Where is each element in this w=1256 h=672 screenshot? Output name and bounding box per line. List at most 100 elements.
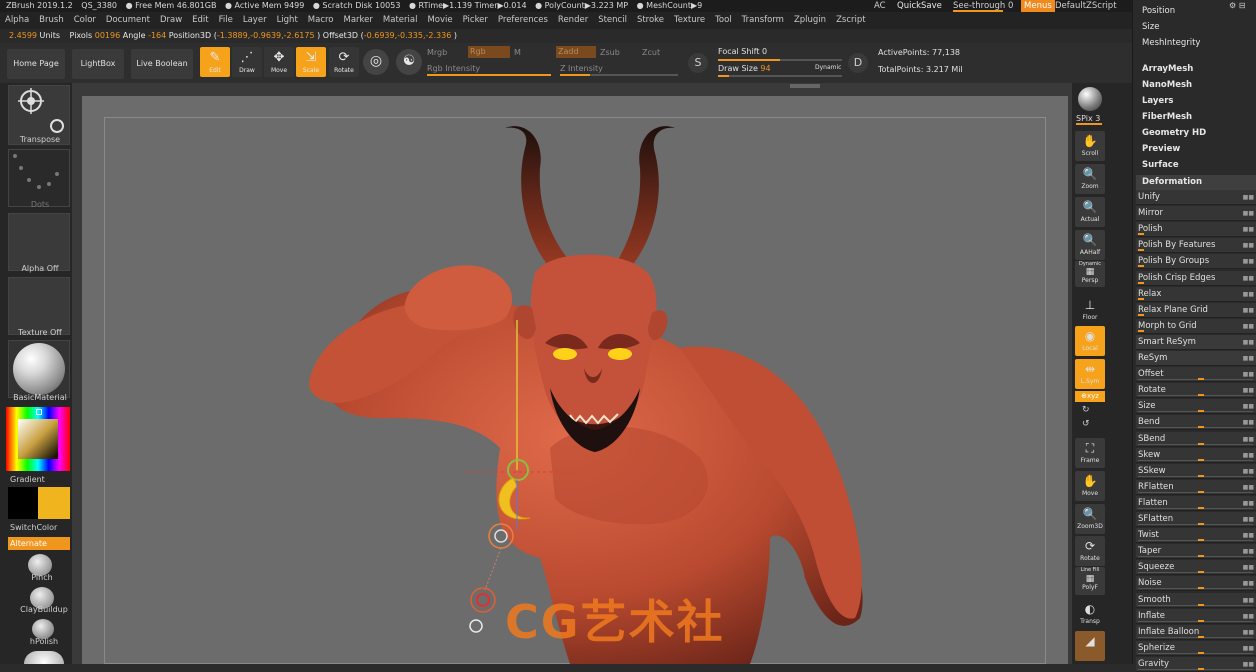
see-through-slider[interactable]: See-through 0 (953, 0, 1013, 12)
slider-track[interactable] (1138, 636, 1253, 638)
slider-track[interactable] (1138, 507, 1253, 509)
menu-render[interactable]: Render (553, 12, 593, 29)
gizmo-toggle[interactable]: ◎ (363, 49, 389, 75)
slider-handle[interactable] (1198, 394, 1204, 397)
slider-track[interactable] (1138, 411, 1253, 413)
polyf-button[interactable]: Line Fill ▦ PolyF (1075, 567, 1105, 595)
rotate-button[interactable]: ⟳ Rotate (329, 47, 359, 77)
subpalette-preview[interactable]: Preview (1142, 144, 1180, 154)
slider-handle[interactable] (1138, 249, 1144, 252)
rgb-intensity-slider[interactable] (427, 74, 551, 76)
spix-control[interactable]: SPix 3 (1076, 114, 1100, 123)
subpalette-deformation[interactable]: Deformation (1136, 175, 1256, 190)
row-options-icon[interactable]: ■■ (1243, 239, 1254, 253)
xyz-button[interactable]: ⊕xyz (1075, 391, 1105, 402)
hpolish-brush-icon[interactable] (32, 619, 54, 639)
alternate-button[interactable]: Alternate (8, 537, 70, 550)
row-options-icon[interactable]: ■■ (1243, 304, 1254, 318)
menu-brush[interactable]: Brush (34, 12, 69, 29)
canvas-scroll-handle[interactable] (790, 84, 820, 88)
move-button[interactable]: ✥ Move (264, 47, 294, 77)
aahalf-button[interactable]: 🔍 AAHalf (1075, 230, 1105, 260)
deform-sbend[interactable]: SBend ■■ (1136, 431, 1256, 447)
slider-handle[interactable] (1198, 523, 1204, 525)
slider-handle[interactable] (1138, 297, 1144, 300)
slider-handle[interactable] (1198, 458, 1204, 461)
panel-options-icon[interactable]: ⚙ ⊟ (1229, 1, 1245, 10)
persp-button[interactable]: Dynamic ▦ Persp (1075, 261, 1105, 287)
menu-transform[interactable]: Transform (737, 12, 789, 29)
deform-smooth[interactable]: Smooth ■■ (1136, 592, 1256, 608)
deform-twist[interactable]: Twist ■■ (1136, 528, 1256, 544)
menu-zplugin[interactable]: Zplugin (789, 12, 831, 29)
edit-button[interactable]: ✎ Edit (200, 47, 230, 77)
row-options-icon[interactable]: ■■ (1243, 207, 1254, 221)
deform-resym[interactable]: ReSym ■■ (1136, 351, 1256, 366)
panel-item-position[interactable]: Position (1142, 6, 1175, 16)
panel-item-meshintegrity[interactable]: MeshIntegrity (1142, 38, 1200, 48)
deform-rotate[interactable]: Rotate ■■ (1136, 383, 1256, 399)
menu-stencil[interactable]: Stencil (593, 12, 632, 29)
brush-d-icon[interactable]: D (848, 53, 868, 73)
menu-marker[interactable]: Marker (339, 12, 378, 29)
deform-size[interactable]: Size ■■ (1136, 399, 1256, 415)
secondary-color-swatch[interactable] (8, 487, 38, 519)
rotate-y-icon[interactable]: ↻ (1082, 405, 1090, 415)
deform-noise[interactable]: Noise ■■ (1136, 576, 1256, 592)
deform-sskew[interactable]: SSkew ■■ (1136, 463, 1256, 479)
slider-handle[interactable] (1138, 281, 1144, 284)
lsym-button[interactable]: ⇹ L.Sym (1075, 359, 1105, 389)
ac-label[interactable]: AC (874, 0, 886, 12)
mrgb-button[interactable]: Mrgb (427, 48, 447, 57)
slider-handle[interactable] (1198, 474, 1204, 477)
slider-track[interactable] (1138, 604, 1253, 606)
frame-button[interactable]: ⛶ Frame (1075, 438, 1105, 468)
slider-handle[interactable] (1198, 490, 1204, 493)
material-button[interactable] (8, 340, 70, 398)
slider-handle[interactable] (1198, 426, 1204, 429)
row-options-icon[interactable]: ■■ (1243, 288, 1254, 302)
brush-s-icon[interactable]: S (688, 53, 708, 73)
slider-handle[interactable] (1198, 619, 1204, 622)
menu-macro[interactable]: Macro (303, 12, 339, 29)
deform-sflatten[interactable]: SFlatten ■■ (1136, 512, 1256, 527)
deform-inflate[interactable]: Inflate ■■ (1136, 608, 1256, 624)
slider-track[interactable] (1138, 620, 1253, 622)
menu-movie[interactable]: Movie (422, 12, 457, 29)
deform-gravity[interactable]: Gravity ■■ (1136, 656, 1256, 672)
slider-handle[interactable] (1198, 587, 1204, 590)
draw-button[interactable]: ⋰ Draw (232, 47, 262, 77)
slider-track[interactable] (1138, 379, 1253, 381)
deform-morph-to-grid[interactable]: Morph to Grid ■■ (1136, 318, 1256, 334)
move-view-button[interactable]: ✋ Move (1075, 471, 1105, 501)
deform-squeeze[interactable]: Squeeze ■■ (1136, 560, 1256, 576)
slider-handle[interactable] (1198, 378, 1204, 381)
color-square[interactable] (18, 419, 58, 459)
deform-mirror[interactable]: Mirror ■■ (1136, 206, 1256, 222)
local-button[interactable]: ◉ Local (1075, 326, 1105, 356)
deform-unify[interactable]: Unify ■■ (1136, 190, 1256, 205)
slider-track[interactable] (1138, 443, 1253, 445)
actual-button[interactable]: 🔍 Actual (1075, 197, 1105, 227)
slider-handle[interactable] (1198, 506, 1204, 509)
slider-handle[interactable] (1198, 539, 1204, 542)
scale-button[interactable]: ⇲ Scale (296, 47, 326, 77)
menus-button[interactable]: Menus (1021, 0, 1055, 12)
m-button[interactable]: M (514, 48, 521, 57)
deform-polish[interactable]: Polish ■■ (1136, 222, 1256, 238)
slider-handle[interactable] (1198, 635, 1204, 638)
subpalette-fibermesh[interactable]: FiberMesh (1142, 112, 1192, 122)
texture-button[interactable] (8, 277, 70, 335)
slider-handle[interactable] (1198, 603, 1204, 606)
slider-track[interactable] (1138, 588, 1253, 590)
menu-layer[interactable]: Layer (238, 12, 272, 29)
slider-handle[interactable] (1198, 571, 1204, 574)
menu-edit[interactable]: Edit (187, 12, 213, 29)
subpalette-arraymesh[interactable]: ArrayMesh (1142, 64, 1193, 74)
deform-offset[interactable]: Offset ■■ (1136, 367, 1256, 383)
menu-material[interactable]: Material (378, 12, 423, 29)
quicksave-button[interactable]: QuickSave (897, 0, 942, 12)
slider-handle[interactable] (1198, 442, 1204, 445)
row-options-icon[interactable]: ■■ (1243, 191, 1254, 205)
panel-item-size[interactable]: Size (1142, 22, 1159, 32)
